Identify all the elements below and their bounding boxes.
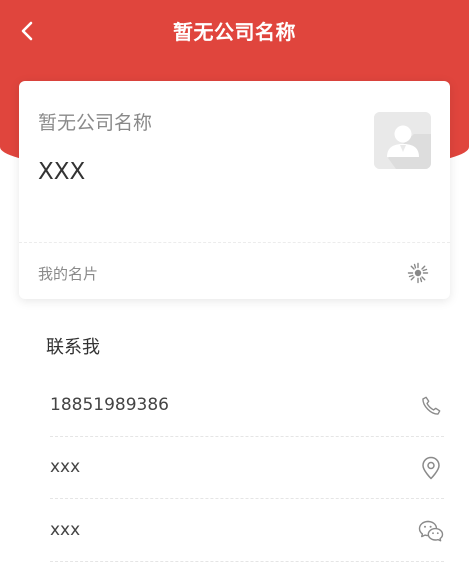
qr-code-icon xyxy=(407,262,429,284)
phone-button[interactable] xyxy=(418,393,444,419)
contact-section-title: 联系我 xyxy=(46,337,100,358)
location-button[interactable] xyxy=(418,455,444,481)
page-title: 暂无公司名称 xyxy=(173,20,296,44)
wechat-button[interactable] xyxy=(418,518,444,544)
location-pin-icon xyxy=(422,456,440,480)
my-card-label: 我的名片 xyxy=(38,265,99,283)
card-divider xyxy=(19,242,450,243)
contact-row-wechat[interactable]: xxx xyxy=(50,500,444,562)
wechat-value: xxx xyxy=(50,520,81,540)
avatar[interactable] xyxy=(374,112,431,169)
wechat-icon xyxy=(418,520,444,542)
business-card: 暂无公司名称 XXX 我的名片 xyxy=(19,81,450,299)
address-value: xxx xyxy=(50,457,81,477)
qr-code-button[interactable] xyxy=(407,262,429,284)
person-name: XXX xyxy=(38,159,86,185)
phone-number: 18851989386 xyxy=(50,395,169,415)
contact-row-address[interactable]: xxx xyxy=(50,437,444,499)
company-name: 暂无公司名称 xyxy=(38,112,153,134)
phone-icon xyxy=(422,396,441,415)
person-placeholder-icon xyxy=(374,112,431,169)
contact-row-phone[interactable]: 18851989386 xyxy=(50,375,444,437)
